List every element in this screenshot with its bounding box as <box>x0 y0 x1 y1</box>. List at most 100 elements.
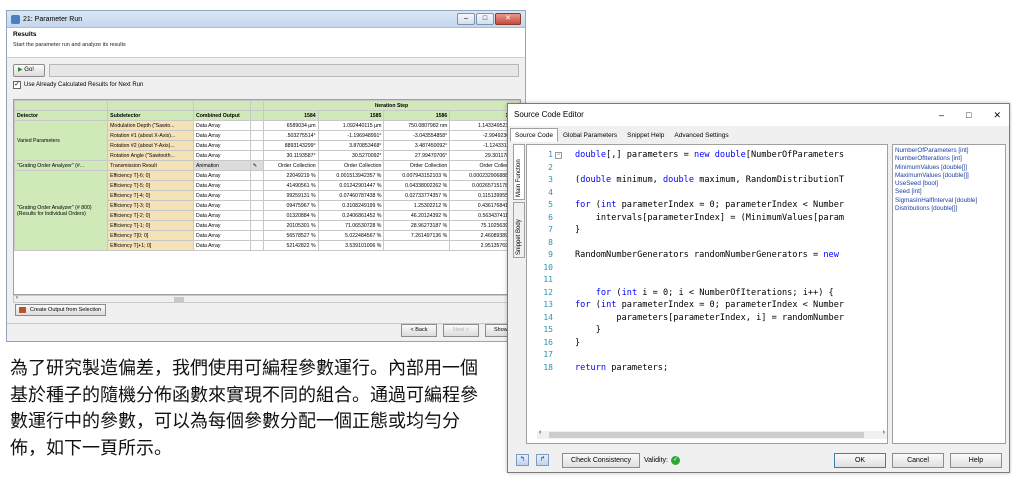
code-line[interactable]: parameters[parameterIndex, i] = randomNu… <box>575 312 844 325</box>
code-line[interactable]: RandomNumberGenerators randomNumberGener… <box>575 249 844 262</box>
combined-output-cell[interactable]: Data Array <box>192 150 251 161</box>
subdetector-cell: Efficiency T[-1; 0] <box>107 220 194 231</box>
value-cell: .503275514° <box>263 130 319 141</box>
global-parameter-item[interactable]: NumberOfIterations [int] <box>895 155 1003 163</box>
global-parameter-item[interactable]: MaximumValues [double[]] <box>895 172 1003 180</box>
global-parameter-item[interactable]: NumberOfParameters [int] <box>895 147 1003 155</box>
export-icon[interactable]: ↱ <box>536 454 549 466</box>
go-button[interactable]: ▶ Go! <box>13 64 45 77</box>
value-cell: 0.2406861452 % <box>317 210 385 221</box>
combined-output-cell[interactable]: Data Array <box>192 230 251 241</box>
code-editor[interactable]: 1 2 3 4 5 6 7 8 9 10 11 12 13 14 15 16 17 18 − double[,] … <box>526 144 888 444</box>
scroll-left-icon[interactable]: ‹ <box>16 295 18 301</box>
back-button[interactable]: < Back <box>401 324 437 337</box>
results-table[interactable]: Iteration Step Detector Subdetector Comb… <box>13 99 521 295</box>
tab-advanced-settings[interactable]: Advanced Settings <box>669 128 733 142</box>
code-line[interactable]: for (int parameterIndex = 0; parameterIn… <box>575 299 844 312</box>
code-text[interactable]: double[,] parameters = new double[Number… <box>575 149 844 374</box>
combined-output-cell[interactable]: Data Array <box>192 130 251 141</box>
code-line[interactable] <box>575 349 844 362</box>
line-number: 8 <box>548 237 553 247</box>
create-output-button[interactable]: Create Output from Selection <box>15 304 107 316</box>
line-numbers: 1 2 3 4 5 6 7 8 9 10 11 12 13 14 15 16 17 18 <box>527 149 553 374</box>
maximize-icon[interactable]: □ <box>966 104 971 126</box>
fold-toggle-icon[interactable]: − <box>555 152 562 159</box>
table-row[interactable]: "Grating Order Analyzer" (#... Transmissi… <box>14 160 520 171</box>
validity-label: Validity: <box>644 457 668 464</box>
line-number: 14 <box>543 312 553 322</box>
close-button[interactable]: ✕ <box>495 13 521 25</box>
editor-horizontal-scrollbar[interactable]: ‹ › <box>537 429 887 439</box>
value-cell: 0.001513942357 % <box>317 170 385 181</box>
combined-output-cell[interactable]: Data Array <box>192 180 251 191</box>
value-cell: 20105301 % <box>263 220 319 231</box>
global-parameter-item[interactable]: SigmasInHalfInterval [double] <box>895 197 1003 205</box>
value-cell: 1.092440115 µm <box>317 120 385 131</box>
code-line[interactable] <box>575 274 844 287</box>
combined-output-cell[interactable]: Data Array <box>192 140 251 151</box>
combined-output-cell[interactable]: Data Array <box>192 240 251 251</box>
edit-pencil-icon[interactable]: ✎ <box>249 160 265 171</box>
minimize-icon[interactable]: – <box>939 104 944 126</box>
line-number: 10 <box>543 262 553 272</box>
cancel-button[interactable]: Cancel <box>892 453 944 468</box>
vtab-main-function[interactable]: Main Function <box>513 144 525 200</box>
subdetector-cell: Transmission Result <box>107 160 194 171</box>
code-line[interactable]: } <box>575 324 844 337</box>
value-cell: 3.487450092° <box>383 140 451 151</box>
combined-output-cell[interactable]: Data Array <box>192 210 251 221</box>
tab-snippet-help[interactable]: Snippet Help <box>622 128 669 142</box>
code-line[interactable]: } <box>575 337 844 350</box>
combined-output-cell[interactable]: Data Array <box>192 220 251 231</box>
use-calculated-checkbox[interactable]: ✓ Use Already Calculated Results for Nex… <box>13 81 519 89</box>
scroll-right-icon[interactable]: › <box>883 429 885 436</box>
iteration-1584: 1584 <box>263 110 319 121</box>
value-cell: 30.5270092° <box>317 150 385 161</box>
code-line[interactable]: return parameters; <box>575 362 844 375</box>
help-button[interactable]: Help <box>950 453 1002 468</box>
code-line[interactable]: for (int parameterIndex = 0; parameterIn… <box>575 199 844 212</box>
table-row[interactable]: "Grating Order Analyzer" (# 800) (Result… <box>14 170 520 251</box>
table-row[interactable]: Varied Parameters Modulation Depth ("Sawt… <box>14 120 520 161</box>
minimize-button[interactable]: – <box>457 13 475 25</box>
editor-scroll-thumb[interactable] <box>549 432 864 438</box>
combined-output-cell[interactable]: Animation <box>192 160 251 171</box>
combined-output-cell[interactable]: Data Array <box>192 120 251 131</box>
line-number: 17 <box>543 350 553 359</box>
global-parameter-item[interactable]: UseSeed [bool] <box>895 180 1003 188</box>
table-horizontal-scrollbar[interactable]: ‹ › <box>13 295 521 303</box>
tab-source-code[interactable]: Source Code <box>510 128 558 142</box>
code-line[interactable] <box>575 162 844 175</box>
code-line[interactable]: double[,] parameters = new double[Number… <box>575 149 844 162</box>
check-consistency-button[interactable]: Check Consistency <box>562 453 640 468</box>
line-number: 2 <box>548 162 553 172</box>
import-icon[interactable]: ↰ <box>516 454 529 466</box>
line-number: 1 <box>548 150 553 159</box>
vtab-snippet-body[interactable]: Snippet Body <box>513 202 525 258</box>
combined-output-cell[interactable]: Data Array <box>192 200 251 211</box>
code-line[interactable]: intervals[parameterIndex] = (MinimumValu… <box>575 212 844 225</box>
line-number: 11 <box>543 275 553 284</box>
code-line[interactable]: for (int i = 0; i < NumberOfIterations; … <box>575 287 844 300</box>
global-parameter-item[interactable]: MinimumValues [double[]] <box>895 164 1003 172</box>
close-icon[interactable]: ✕ <box>993 104 1001 126</box>
combined-output-cell[interactable]: Data Array <box>192 170 251 181</box>
global-parameter-item[interactable]: Seed [int] <box>895 188 1003 196</box>
combined-output-cell[interactable]: Data Array <box>192 190 251 201</box>
value-cell: 6589034 µm <box>263 120 319 131</box>
ok-button[interactable]: OK <box>834 453 886 468</box>
code-line[interactable]: (double minimum, double maximum, RandomD… <box>575 174 844 187</box>
code-line[interactable]: } <box>575 224 844 237</box>
code-line[interactable] <box>575 262 844 275</box>
next-button[interactable]: Next > <box>443 324 479 337</box>
scroll-left-icon[interactable]: ‹ <box>539 429 541 436</box>
global-parameter-item[interactable]: Distributions [double[]] <box>895 205 1003 213</box>
scroll-thumb[interactable] <box>174 297 184 302</box>
value-cell: Order Collection <box>263 160 319 171</box>
code-line[interactable] <box>575 187 844 200</box>
code-line[interactable] <box>575 237 844 250</box>
maximize-button[interactable]: □ <box>476 13 494 25</box>
value-cell: 46.20124392 % <box>383 210 451 221</box>
tab-global-parameters[interactable]: Global Parameters <box>558 128 622 142</box>
value-cell: -1.196948991° <box>317 130 385 141</box>
